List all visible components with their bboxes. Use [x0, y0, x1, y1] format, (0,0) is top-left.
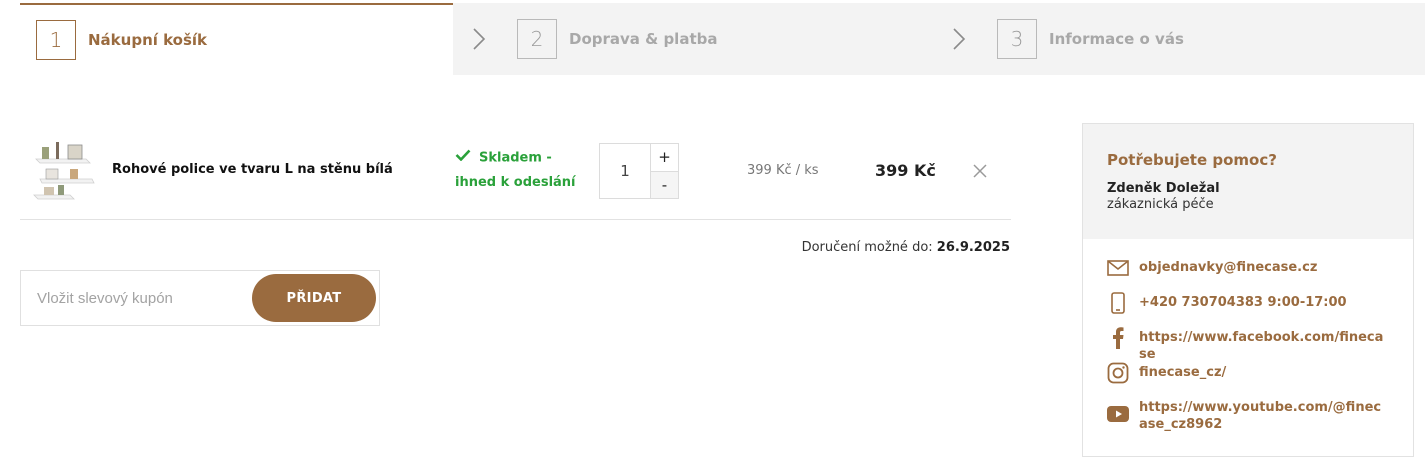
step-label: Doprava & platba — [569, 30, 718, 48]
step-cart[interactable]: 1 Nákupní košík — [20, 3, 453, 75]
stock-text: Skladem - ihned k odeslání — [455, 150, 576, 190]
facebook-icon — [1107, 327, 1129, 349]
contact-email[interactable]: objednavky@finecase.cz — [1107, 257, 1413, 292]
help-box: Potřebujete pomoc? Zdeněk Doležal zákazn… — [1082, 123, 1414, 457]
step-label: Informace o vás — [1049, 30, 1184, 48]
step-number: 1 — [36, 20, 76, 60]
step-number: 2 — [517, 19, 557, 59]
add-coupon-button[interactable]: PŘIDAT — [252, 274, 376, 322]
quantity-stepper: 1 + - — [599, 143, 679, 199]
support-person-name: Zdeněk Doležal — [1107, 181, 1220, 196]
delivery-date: 26.9.2025 — [936, 240, 1010, 255]
step-info[interactable]: 3 Informace o vás — [981, 3, 1184, 75]
total-price: 399 Kč — [875, 161, 936, 180]
product-image[interactable] — [30, 139, 96, 203]
quantity-increase-button[interactable]: + — [651, 144, 678, 172]
support-person-role: zákaznická péče — [1107, 197, 1214, 212]
quantity-decrease-button[interactable]: - — [651, 171, 678, 198]
unit-price: 399 Kč / ks — [747, 163, 819, 178]
delivery-estimate: Doručení možné do: 26.9.2025 — [802, 240, 1010, 255]
contact-instagram[interactable]: finecase_cz/ — [1107, 362, 1413, 397]
instagram-icon — [1107, 362, 1129, 384]
remove-item-button[interactable] — [971, 162, 989, 180]
contact-facebook[interactable]: https://www.facebook.com/finecase — [1107, 327, 1413, 362]
quantity-input[interactable]: 1 — [600, 144, 651, 198]
help-title: Potřebujete pomoc? — [1107, 151, 1277, 169]
check-icon — [455, 146, 471, 170]
contact-facebook-text: https://www.facebook.com/finecase — [1139, 330, 1384, 362]
coupon-input[interactable] — [21, 271, 251, 325]
contact-phone[interactable]: +420 730704383 9:00-17:00 — [1107, 292, 1413, 327]
chevron-right-icon — [944, 23, 974, 55]
product-name[interactable]: Rohové police ve tvaru L na stěnu bílá — [112, 162, 393, 177]
phone-icon — [1107, 292, 1129, 314]
coupon-form: PŘIDAT — [20, 270, 380, 326]
step-number: 3 — [997, 19, 1037, 59]
chevron-right-icon — [464, 23, 494, 55]
contact-phone-text: +420 730704383 9:00-17:00 — [1139, 295, 1347, 310]
contact-youtube[interactable]: https://www.youtube.com/@finecase_cz8962 — [1107, 397, 1413, 441]
mail-icon — [1107, 257, 1129, 279]
step-label: Nákupní košík — [88, 31, 208, 49]
contact-youtube-text: https://www.youtube.com/@finecase_cz8962 — [1139, 400, 1382, 432]
contact-email-text: objednavky@finecase.cz — [1139, 260, 1318, 275]
contact-instagram-text: finecase_cz/ — [1139, 365, 1227, 380]
close-icon — [973, 164, 987, 178]
checkout-steps: 1 Nákupní košík 2 Doprava & platba 3 Inf… — [20, 3, 1425, 75]
youtube-icon — [1107, 403, 1129, 425]
cart-item-row: Rohové police ve tvaru L na stěnu bílá S… — [20, 122, 1011, 220]
delivery-label: Doručení možné do: — [801, 240, 933, 255]
step-shipping[interactable]: 2 Doprava & platba — [501, 3, 717, 75]
stock-status: Skladem - ihned k odeslání — [455, 146, 595, 195]
